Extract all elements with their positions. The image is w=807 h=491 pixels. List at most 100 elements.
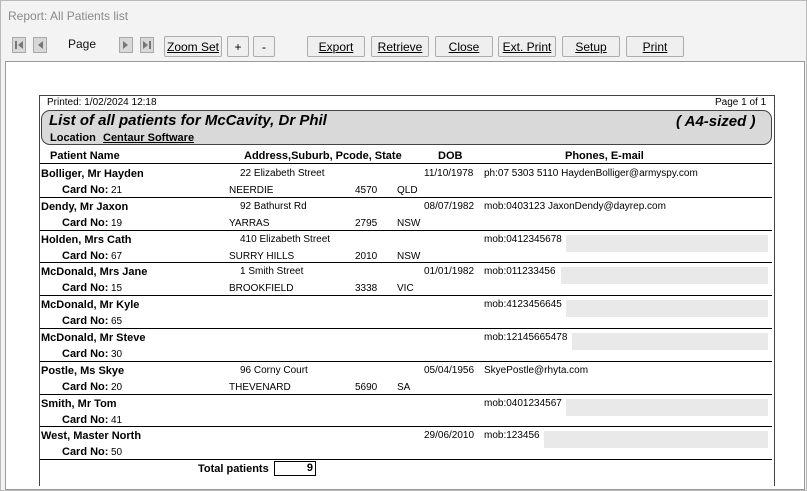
setup-label: Setup (575, 39, 607, 54)
patient-suburb: THEVENARD (229, 381, 291, 393)
card-number: 50 (111, 447, 123, 459)
patient-contact: mob:0403123 JaxonDendy@dayrep.com (484, 200, 666, 212)
patient-state: NSW (397, 217, 421, 229)
zoom-in-label: + (234, 39, 242, 54)
patient-postcode: 2795 (355, 217, 378, 229)
total-value: 9 (274, 461, 316, 476)
ext-print-button[interactable]: Ext. Print (498, 36, 556, 57)
card-number: 30 (111, 349, 123, 360)
zoom-out-label: - (262, 39, 266, 54)
last-page-button[interactable] (140, 37, 154, 53)
retrieve-label: Retrieve (377, 39, 423, 54)
patient-street: 410 Elizabeth Street (240, 233, 331, 245)
patient-contact: mob:011233456 (484, 266, 556, 278)
zoom-set-button[interactable]: Zoom Set (164, 36, 222, 57)
patient-state: SA (397, 381, 411, 393)
patient-contact: mob:4123456645 (484, 299, 562, 311)
row-divider (40, 394, 772, 395)
next-page-button[interactable] (119, 37, 133, 53)
printed-date: Printed: 1/02/2024 12:18 (47, 97, 157, 108)
redacted-contact-block (566, 398, 768, 416)
page-of: Page 1 of 1 (715, 97, 767, 108)
patient-contact: SkyePostle@rhyta.com (484, 364, 589, 376)
ext-print-label: Ext. Print (502, 39, 552, 54)
prev-page-button[interactable] (33, 37, 47, 53)
patient-name: Holden, Mrs Cath (41, 233, 132, 246)
total-label: Total patients (198, 463, 269, 475)
card-label: Card No: (62, 282, 109, 295)
card-label: Card No: (62, 348, 109, 360)
patient-suburb: YARRAS (229, 217, 270, 229)
patient-dob: 11/10/1978 (424, 168, 474, 179)
patient-street: 1 Smith Street (240, 266, 304, 278)
row-divider (40, 230, 772, 231)
card-label: Card No: (62, 413, 109, 426)
patient-dob: 05/04/1956 (424, 364, 475, 376)
card-label: Card No: (62, 315, 109, 328)
card-number: 15 (111, 283, 123, 295)
print-label: Print (642, 39, 668, 54)
first-page-icon (15, 41, 23, 49)
redacted-contact-block (572, 333, 768, 350)
redacted-contact-block (561, 267, 768, 285)
print-button[interactable]: Print (626, 36, 684, 57)
zoom-out-button[interactable]: - (253, 36, 275, 57)
report-title: List of all patients for McCavity, Dr Ph… (49, 112, 327, 129)
location-value: Centaur Software (103, 132, 195, 144)
window-title: Report: All Patients list (8, 9, 129, 23)
patient-dob: 29/06/2010 (424, 430, 475, 442)
column-address: Address,Suburb, Pcode, State (244, 150, 402, 162)
patient-contact: ph:07 5303 5110 HaydenBolliger@armyspy.c… (484, 168, 698, 179)
report-size-note: ( A4-sized ) (676, 113, 756, 130)
close-button[interactable]: Close (435, 36, 493, 57)
retrieve-button[interactable]: Retrieve (371, 36, 429, 57)
patient-state: VIC (397, 283, 414, 295)
patient-name: McDonald, Mr Kyle (41, 299, 140, 312)
zoom-set-label: Zoom Set (166, 39, 220, 54)
patient-name: McDonald, Mrs Jane (41, 266, 148, 279)
row-divider (40, 262, 772, 263)
location-label: Location (50, 132, 96, 144)
redacted-contact-block (566, 300, 768, 318)
card-label: Card No: (62, 446, 109, 459)
card-number: 19 (111, 217, 123, 229)
column-phones: Phones, E-mail (565, 150, 644, 162)
redacted-contact-block (544, 431, 768, 449)
patient-dob: 01/01/1982 (424, 266, 475, 278)
patient-state: NSW (397, 250, 421, 262)
patient-name: Dendy, Mr Jaxon (41, 200, 129, 213)
patient-name: Postle, Ms Skye (41, 364, 125, 377)
page-label: Page (68, 37, 97, 51)
patient-name: Bolliger, Mr Hayden (41, 168, 144, 180)
zoom-in-button[interactable]: + (227, 36, 249, 57)
first-page-button[interactable] (12, 37, 26, 53)
card-label: Card No: (62, 380, 109, 393)
patient-postcode: 4570 (355, 185, 378, 196)
report-toolbar: Page Zoom Set + - Export Retrieve Close … (1, 35, 806, 57)
patient-contact: mob:0412345678 (484, 233, 562, 245)
row-divider (40, 295, 772, 296)
patient-street: 22 Elizabeth Street (240, 168, 325, 179)
patient-contact: mob:12145665478 (484, 332, 568, 343)
card-number: 67 (111, 250, 123, 262)
export-label: Export (318, 39, 354, 54)
card-label: Card No: (62, 184, 109, 196)
card-label: Card No: (62, 216, 109, 229)
patient-state: QLD (397, 185, 418, 196)
last-page-icon (143, 41, 151, 49)
patient-contact: mob:123456 (484, 430, 540, 442)
patient-dob: 08/07/1982 (424, 200, 475, 212)
card-number: 41 (111, 414, 123, 426)
prev-page-icon (38, 41, 43, 49)
row-divider (40, 197, 772, 198)
row-divider (40, 459, 772, 460)
patient-street: 96 Corny Court (240, 364, 308, 376)
patient-name: Smith, Mr Tom (41, 397, 117, 410)
setup-button[interactable]: Setup (562, 36, 620, 57)
patient-name: McDonald, Mr Steve (41, 332, 146, 344)
patient-suburb: SURRY HILLS (229, 250, 295, 262)
column-patient-name: Patient Name (50, 150, 120, 162)
patient-contact: mob:0401234567 (484, 397, 562, 409)
export-button[interactable]: Export (307, 36, 365, 57)
card-number: 20 (111, 381, 123, 393)
